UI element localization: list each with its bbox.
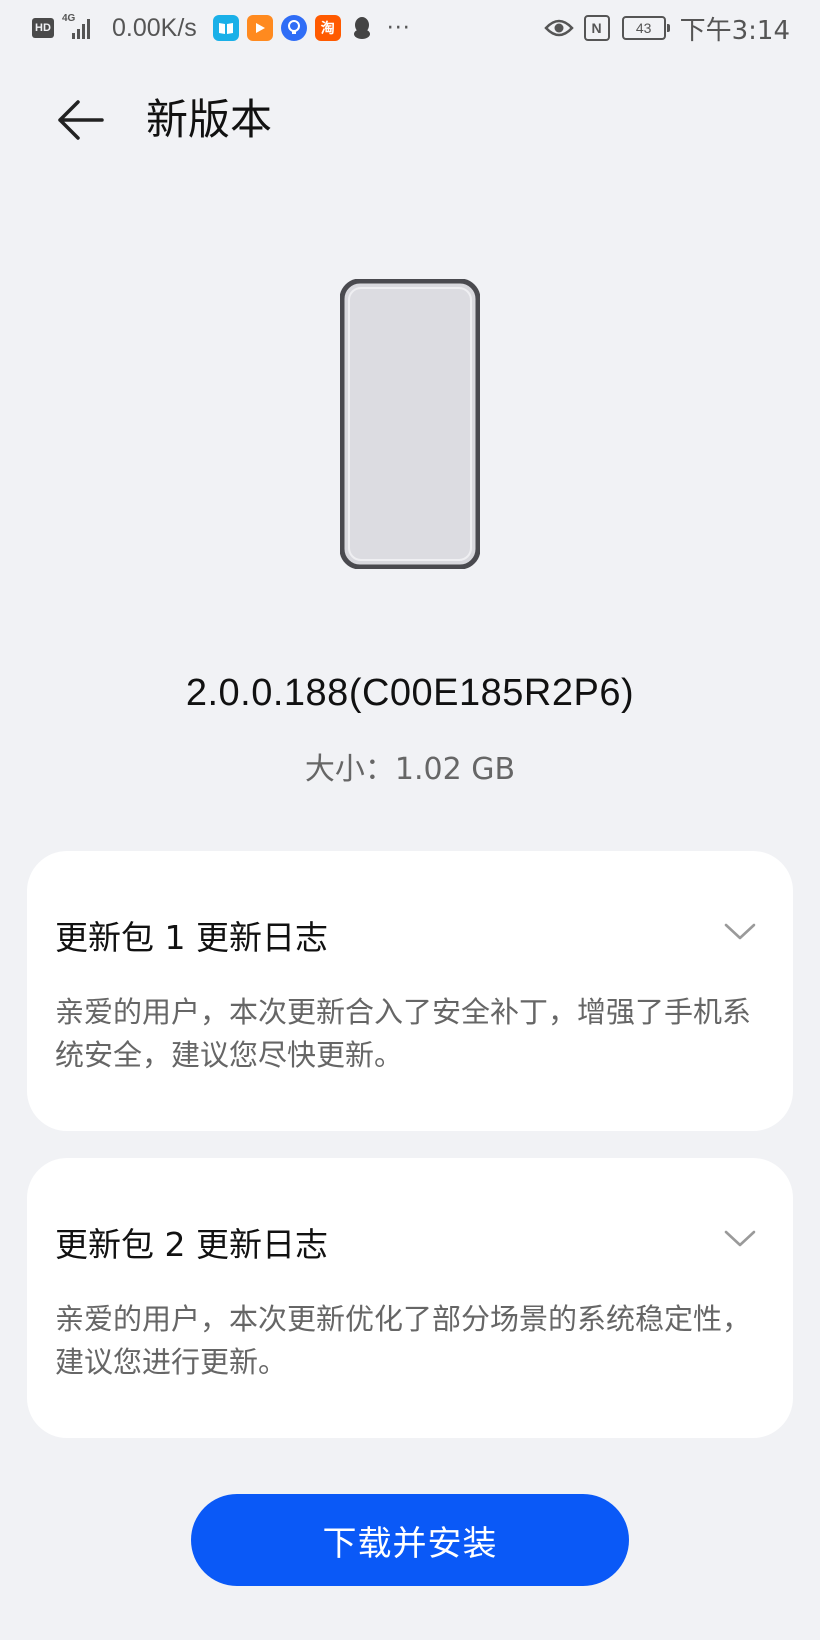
changelog-card-1: 更新包 1 更新日志 亲爱的用户，本次更新合入了安全补丁，增强了手机系统安全，建… [27, 851, 793, 1131]
battery-icon: 43 [621, 16, 670, 40]
header: 新版本 [0, 80, 820, 160]
status-bar-left: HD 4G 0.00K/s 淘 ··· [32, 10, 411, 46]
changelog-card-2: 更新包 2 更新日志 亲爱的用户，本次更新优化了部分场景的系统稳定性，建议您进行… [27, 1158, 793, 1438]
changelog-description: 亲爱的用户，本次更新合入了安全补丁，增强了手机系统安全，建议您尽快更新。 [55, 995, 752, 1072]
arrow-left-icon [58, 100, 104, 140]
more-icon: ··· [386, 15, 411, 41]
back-button[interactable] [50, 94, 110, 146]
signal-icon: 4G [62, 13, 102, 43]
version-number: 2.0.0.188(C00E185R2P6) [185, 672, 635, 714]
reader-app-icon [212, 15, 239, 41]
chevron-down-icon[interactable] [723, 1228, 757, 1250]
status-bar-right: N 43 下午3:14 [543, 10, 790, 46]
taobao-app-icon: 淘 [314, 15, 341, 41]
page-title: 新版本 [146, 95, 273, 144]
changelog-header-1[interactable]: 更新包 1 更新日志 [27, 851, 793, 1001]
download-install-button[interactable]: 下载并安装 [191, 1494, 629, 1586]
changelog-header-2[interactable]: 更新包 2 更新日志 [27, 1158, 793, 1308]
qq-icon [349, 15, 375, 41]
bulb-app-icon [280, 15, 307, 41]
changelog-description: 亲爱的用户，本次更新优化了部分场景的系统稳定性，建议您进行更新。 [55, 1302, 752, 1379]
eye-comfort-icon [543, 19, 574, 37]
status-time: 下午3:14 [679, 15, 790, 46]
chevron-down-icon[interactable] [723, 921, 757, 943]
phone-illustration [340, 279, 480, 569]
hd-icon: HD [32, 18, 54, 38]
nfc-icon: N [583, 15, 610, 41]
net-speed: 0.00K/s [112, 13, 197, 42]
changelog-title: 更新包 1 更新日志 [55, 918, 328, 957]
video-app-icon [246, 15, 273, 41]
package-size: 大小：1.02 GB [304, 752, 516, 787]
status-bar: HD 4G 0.00K/s 淘 ··· N 43 下午3:14 [0, 0, 820, 56]
changelog-title: 更新包 2 更新日志 [55, 1225, 328, 1264]
